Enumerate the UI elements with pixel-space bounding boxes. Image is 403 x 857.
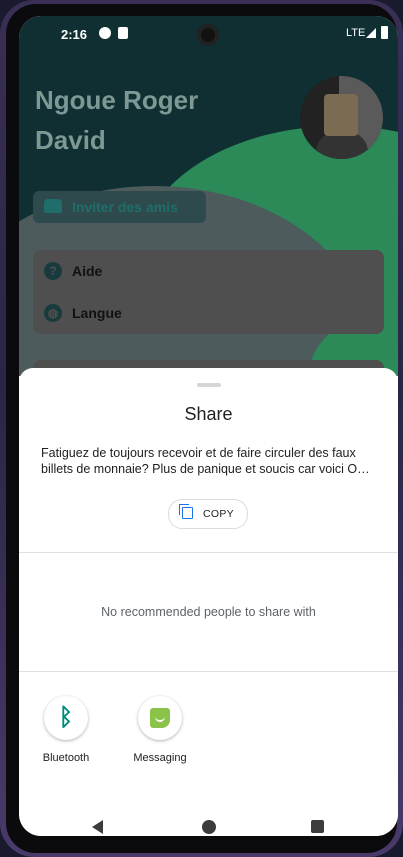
bluetooth-icon: ᛒ	[58, 704, 74, 731]
battery-icon	[381, 26, 388, 39]
invite-friends-button[interactable]: Inviter des amis	[33, 191, 206, 223]
profile-screen-background: Ngoue Roger David Inviter des amis ? Aid…	[19, 16, 398, 376]
phone-screen: Ngoue Roger David Inviter des amis ? Aid…	[19, 16, 398, 836]
profile-name-line1: Ngoue Roger	[35, 85, 199, 115]
back-icon[interactable]	[92, 820, 103, 834]
add-person-icon	[44, 199, 62, 213]
front-camera	[197, 24, 219, 46]
globe-icon: ◍	[44, 304, 62, 322]
phone-bezel: Ngoue Roger David Inviter des amis ? Aid…	[6, 4, 398, 853]
help-circle-icon: ?	[44, 262, 62, 280]
menu-item-label: Aide	[72, 263, 103, 279]
navigation-bar	[19, 804, 398, 836]
menu-item-label: Langue	[72, 305, 122, 321]
divider	[19, 552, 398, 553]
share-preview-text: Fatiguez de toujours recevoir et de fair…	[41, 445, 377, 477]
no-recommended-message: No recommended people to share with	[101, 605, 316, 619]
home-icon[interactable]	[202, 820, 216, 834]
invite-friends-label: Inviter des amis	[72, 199, 178, 215]
share-target-label: Bluetooth	[42, 752, 90, 764]
share-target-bluetooth[interactable]: ᛒ Bluetooth	[31, 696, 101, 764]
copy-button[interactable]: COPY	[168, 499, 248, 529]
app-notification-icon	[99, 27, 111, 39]
share-target-label: Messaging	[133, 752, 187, 764]
avatar[interactable]	[300, 76, 383, 159]
status-bar: 2:16 LTE	[19, 16, 398, 52]
share-text-line2: billets de monnaie? Plus de panique et s…	[41, 462, 370, 476]
menu-item-langue[interactable]: ◍ Langue	[33, 292, 384, 334]
status-time: 2:16	[61, 27, 88, 42]
copy-button-label: COPY	[203, 508, 234, 520]
share-target-messaging[interactable]: Messaging	[125, 696, 195, 764]
sd-card-icon	[118, 27, 128, 39]
profile-name: Ngoue Roger David	[35, 80, 255, 160]
share-text-line1: Fatiguez de toujours recevoir et de fair…	[41, 446, 356, 460]
recents-icon[interactable]	[311, 820, 324, 833]
share-sheet: Share Fatiguez de toujours recevoir et d…	[19, 368, 398, 836]
menu-item-aide[interactable]: ? Aide	[33, 250, 384, 292]
network-type: LTE	[346, 27, 366, 39]
share-sheet-title: Share	[184, 404, 233, 424]
profile-name-line2: David	[35, 125, 106, 155]
divider	[19, 671, 398, 672]
signal-icon	[366, 28, 376, 38]
drag-handle[interactable]	[197, 383, 221, 387]
device-frame: Ngoue Roger David Inviter des amis ? Aid…	[0, 0, 403, 857]
settings-menu: ? Aide ◍ Langue	[33, 250, 384, 334]
